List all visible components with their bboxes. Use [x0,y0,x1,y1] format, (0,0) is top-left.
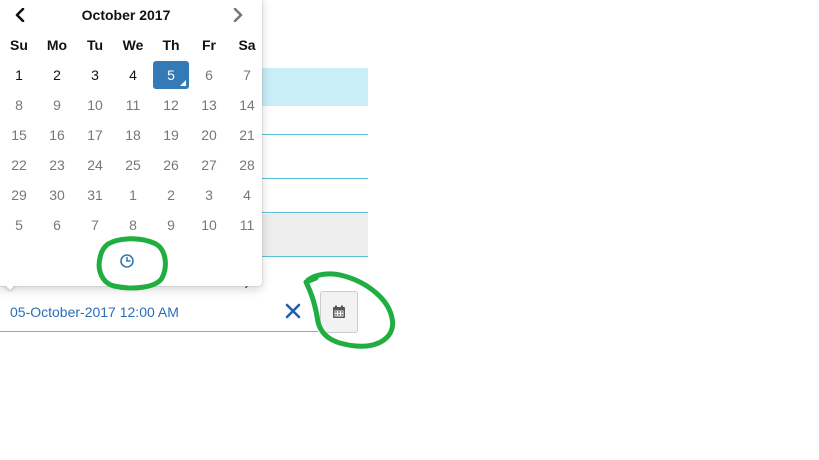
calendar-day[interactable]: 28 [228,150,266,180]
calendar-day[interactable]: 22 [0,150,38,180]
calendar-day[interactable]: 30 [38,180,76,210]
calendar-day[interactable]: 15 [0,120,38,150]
weekday-label: Mo [46,37,68,53]
calendar-day[interactable]: 10 [76,90,114,120]
date-time-value: 05-October-2017 12:00 AM [10,304,179,320]
weekday-header: Su Mo Tu We Th Fr Sa [0,30,266,60]
popup-pointer-arrow [4,284,16,290]
weekday-label: Su [10,37,28,53]
calendar-day[interactable]: 16 [38,120,76,150]
weekday-label: Th [162,37,180,53]
calendar-day[interactable]: 6 [190,60,228,90]
chevron-right-icon [233,8,243,22]
calendar-day[interactable]: 2 [38,60,76,90]
calendar-day[interactable]: 10 [190,210,228,240]
calendar-day[interactable]: 27 [190,150,228,180]
close-icon [285,303,301,319]
calendar-day[interactable]: 2 [152,180,190,210]
calendar-day[interactable]: 26 [152,150,190,180]
open-calendar-button[interactable] [320,291,358,333]
calendar-day[interactable]: 19 [152,120,190,150]
calendar-week: 22 23 24 25 26 27 28 [0,150,266,180]
calendar-day[interactable]: 5 [0,210,38,240]
calendar-day[interactable]: 17 [76,120,114,150]
calendar-day[interactable]: 7 [228,60,266,90]
calendar-week: 5 6 7 8 9 10 11 [0,210,266,240]
calendar-day[interactable]: 13 [190,90,228,120]
weekday-label: Fr [202,37,216,53]
calendar-day[interactable]: 25 [114,150,152,180]
calendar-day[interactable]: 21 [228,120,266,150]
calendar-day[interactable]: 9 [152,210,190,240]
previous-month-button[interactable] [10,6,30,24]
calendar-week: 1 2 3 4 5 6 7 [0,60,266,90]
calendar-day[interactable]: 4 [114,60,152,90]
selected-day-number: 5 [167,67,175,83]
month-title[interactable]: October 2017 [56,7,196,23]
calendar-day[interactable]: 23 [38,150,76,180]
calendar-day[interactable]: 12 [152,90,190,120]
next-month-button[interactable] [228,6,248,24]
calendar-day[interactable]: 3 [190,180,228,210]
selected-day-highlight: 5 [153,61,189,89]
calendar-day[interactable]: 6 [38,210,76,240]
calendar-day[interactable]: 8 [0,90,38,120]
calendar-week: 15 16 17 18 19 20 21 [0,120,266,150]
calendar-day[interactable]: 7 [76,210,114,240]
clear-date-button[interactable] [282,300,304,322]
weekday-label: Tu [86,37,104,53]
calendar-day[interactable]: 4 [228,180,266,210]
calendar-day[interactable]: 11 [114,90,152,120]
calendar-day[interactable]: 24 [76,150,114,180]
time-picker-toggle[interactable] [118,252,136,270]
calendar-day[interactable]: 29 [0,180,38,210]
calendar-grid: Su Mo Tu We Th Fr Sa 1 2 3 4 5 6 7 8 9 1… [0,30,266,240]
calendar-day[interactable]: 18 [114,120,152,150]
calendar-day[interactable]: 8 [114,210,152,240]
calendar-day[interactable]: 3 [76,60,114,90]
calendar-week: 8 9 10 11 12 13 14 [0,90,266,120]
calendar-day[interactable]: 14 [228,90,266,120]
weekday-label: Sa [238,37,256,53]
chevron-left-icon [15,8,25,22]
calendar-day[interactable]: 11 [228,210,266,240]
calendar-day[interactable]: 1 [0,60,38,90]
clock-icon [120,254,134,268]
date-picker-popup: October 2017 Su Mo Tu We Th Fr Sa 1 2 3 … [0,0,262,286]
calendar-day[interactable]: 20 [190,120,228,150]
calendar-icon [333,305,345,318]
calendar-day[interactable]: 1 [114,180,152,210]
weekday-label: We [122,37,144,53]
date-time-input[interactable]: 05-October-2017 12:00 AM [0,292,318,332]
today-marker-icon [180,80,186,86]
calendar-day[interactable]: 9 [38,90,76,120]
calendar-day[interactable]: 31 [76,180,114,210]
calendar-day-selected[interactable]: 5 [152,60,190,90]
calendar-week: 29 30 31 1 2 3 4 [0,180,266,210]
